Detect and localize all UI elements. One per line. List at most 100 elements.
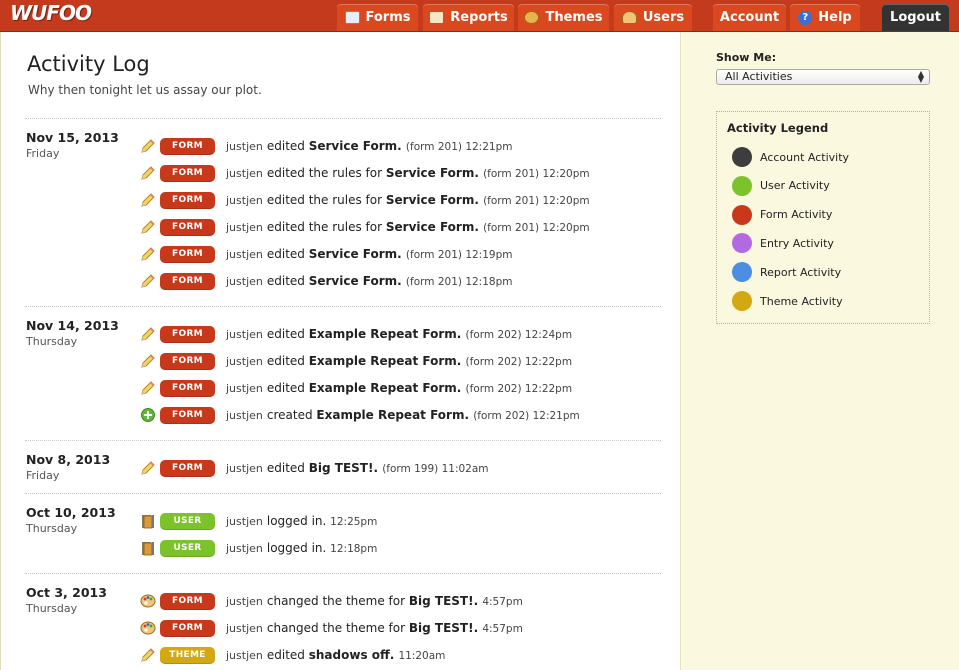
- activity-action: edited: [266, 327, 309, 341]
- activity-item-link[interactable]: Service Form.: [386, 193, 483, 207]
- activity-filter-value: All Activities: [725, 70, 793, 83]
- activity-meta: (form 199) 11:02am: [382, 463, 489, 475]
- activity-entry: FORM justjen edited the rules for Service …: [140, 191, 660, 209]
- activity-action: changed the theme for: [266, 621, 409, 635]
- activity-item-link[interactable]: Big TEST!.: [309, 461, 382, 475]
- activity-action: edited: [266, 381, 309, 395]
- pencil-icon: [140, 380, 156, 396]
- activity-user[interactable]: justjen: [226, 595, 263, 608]
- activity-item-link[interactable]: Service Form.: [309, 274, 406, 288]
- activity-user[interactable]: justjen: [226, 328, 263, 341]
- activity-item-link[interactable]: shadows off.: [309, 648, 399, 662]
- legend-item: Report Activity: [732, 262, 841, 283]
- activity-entry: USER justjen logged in. 12:18pm: [140, 539, 660, 557]
- activity-user[interactable]: justjen: [226, 649, 263, 662]
- activity-entry: FORM justjen edited Service Form. (form 20…: [140, 245, 660, 263]
- activity-item-link[interactable]: Service Form.: [309, 139, 406, 153]
- activity-user[interactable]: justjen: [226, 167, 263, 180]
- activity-user[interactable]: justjen: [226, 221, 263, 234]
- activity-entry: FORM justjen edited Service Form. (form 20…: [140, 272, 660, 290]
- activity-text: justjen changed the theme for Big TEST!. …: [226, 621, 523, 635]
- day-group: Nov 14, 2013 Thursday FORM justjen edited Ex…: [25, 306, 661, 424]
- activity-meta: 4:57pm: [482, 623, 523, 635]
- activity-user[interactable]: justjen: [226, 140, 263, 153]
- palette-icon: [140, 593, 156, 609]
- tab-reports[interactable]: Reports: [423, 4, 514, 31]
- tab-themes[interactable]: Themes: [518, 4, 609, 31]
- activity-type-badge: FORM: [160, 592, 215, 610]
- tab-reports-label: Reports: [450, 10, 508, 25]
- activity-user[interactable]: justjen: [226, 248, 263, 261]
- activity-item-link[interactable]: Big TEST!.: [409, 594, 482, 608]
- activity-action: created: [266, 408, 317, 422]
- tab-forms[interactable]: Forms: [337, 4, 418, 31]
- activity-type-badge: USER: [160, 512, 215, 530]
- day-date: Nov 15, 2013: [26, 130, 119, 145]
- activity-item-link[interactable]: Example Repeat Form.: [309, 354, 466, 368]
- activity-meta: (form 202) 12:24pm: [465, 329, 573, 341]
- help-icon: ?: [798, 10, 813, 25]
- activity-user[interactable]: justjen: [226, 409, 263, 422]
- activity-item-link[interactable]: Example Repeat Form.: [309, 381, 466, 395]
- door-icon: [140, 513, 156, 529]
- wufoo-logo[interactable]: WUFOO: [10, 1, 92, 25]
- activity-meta: (form 201) 12:19pm: [405, 249, 513, 261]
- activity-entry: THEME justjen edited shadows off. 11:20am: [140, 646, 660, 664]
- tab-account-label: Account: [719, 10, 780, 25]
- activity-entry: FORM justjen edited the rules for Service …: [140, 164, 660, 182]
- tab-help[interactable]: ? Help: [790, 4, 860, 31]
- activity-user[interactable]: justjen: [226, 275, 263, 288]
- activity-entry: FORM justjen edited Example Repeat Form. (…: [140, 352, 660, 370]
- activity-user[interactable]: justjen: [226, 622, 263, 635]
- activity-entry: FORM justjen created Example Repeat Form. …: [140, 406, 660, 424]
- tab-themes-label: Themes: [545, 10, 603, 25]
- pencil-icon: [140, 460, 156, 476]
- activity-entry: FORM justjen edited the rules for Service …: [140, 218, 660, 236]
- activity-meta: 11:20am: [398, 650, 446, 662]
- activity-legend: Activity Legend Account Activity User Act…: [716, 111, 930, 324]
- activity-user[interactable]: justjen: [226, 355, 263, 368]
- activity-user[interactable]: justjen: [226, 462, 263, 475]
- activity-text: justjen changed the theme for Big TEST!. …: [226, 594, 523, 608]
- forms-icon: [344, 11, 360, 24]
- main-content: Activity Log Why then tonight let us ass…: [0, 32, 681, 670]
- day-group: Oct 10, 2013 Thursday USER justjen logged in…: [25, 493, 661, 557]
- activity-action: edited: [266, 461, 309, 475]
- activity-type-badge: FORM: [160, 137, 215, 155]
- activity-user[interactable]: justjen: [226, 382, 263, 395]
- activity-meta: (form 201) 12:20pm: [483, 195, 590, 207]
- plus-icon: [140, 407, 156, 423]
- activity-user[interactable]: justjen: [226, 194, 263, 207]
- activity-type-badge: FORM: [160, 164, 215, 182]
- activity-text: justjen edited Service Form. (form 201) 1…: [226, 247, 512, 261]
- palette-icon: [524, 11, 540, 24]
- activity-item-link[interactable]: Big TEST!.: [409, 621, 482, 635]
- activity-item-link[interactable]: Example Repeat Form.: [316, 408, 473, 422]
- activity-user[interactable]: justjen: [226, 515, 263, 528]
- activity-meta: 12:18pm: [330, 543, 378, 555]
- activity-item-link[interactable]: Service Form.: [386, 166, 483, 180]
- activity-item-link[interactable]: Example Repeat Form.: [309, 327, 466, 341]
- activity-text: justjen edited shadows off. 11:20am: [226, 648, 445, 662]
- tab-account[interactable]: Account: [713, 4, 786, 31]
- logout-label: Logout: [890, 10, 941, 25]
- activity-action: edited: [266, 274, 309, 288]
- users-icon: [621, 11, 637, 24]
- activity-user[interactable]: justjen: [226, 542, 263, 555]
- tab-users[interactable]: Users: [614, 4, 692, 31]
- tab-users-label: Users: [642, 10, 685, 25]
- activity-type-badge: FORM: [160, 619, 215, 637]
- day-group: Oct 3, 2013 Thursday FORM justjen changed th…: [25, 573, 661, 664]
- activity-filter-select[interactable]: All Activities ▲ ▼: [716, 69, 930, 85]
- activity-text: justjen edited Service Form. (form 201) 1…: [226, 274, 512, 288]
- activity-action: edited: [266, 247, 309, 261]
- page-subtitle: Why then tonight let us assay our plot.: [28, 83, 262, 97]
- legend-item: Entry Activity: [732, 233, 834, 254]
- activity-item-link[interactable]: Service Form.: [309, 247, 406, 261]
- legend-label: User Activity: [760, 179, 830, 193]
- logout-button[interactable]: Logout: [882, 4, 949, 31]
- day-date: Nov 14, 2013: [26, 318, 119, 333]
- top-bar: WUFOO Forms Reports Themes Users Account…: [0, 0, 959, 32]
- activity-item-link[interactable]: Service Form.: [386, 220, 483, 234]
- activity-entry: FORM justjen changed the theme for Big TES…: [140, 592, 660, 610]
